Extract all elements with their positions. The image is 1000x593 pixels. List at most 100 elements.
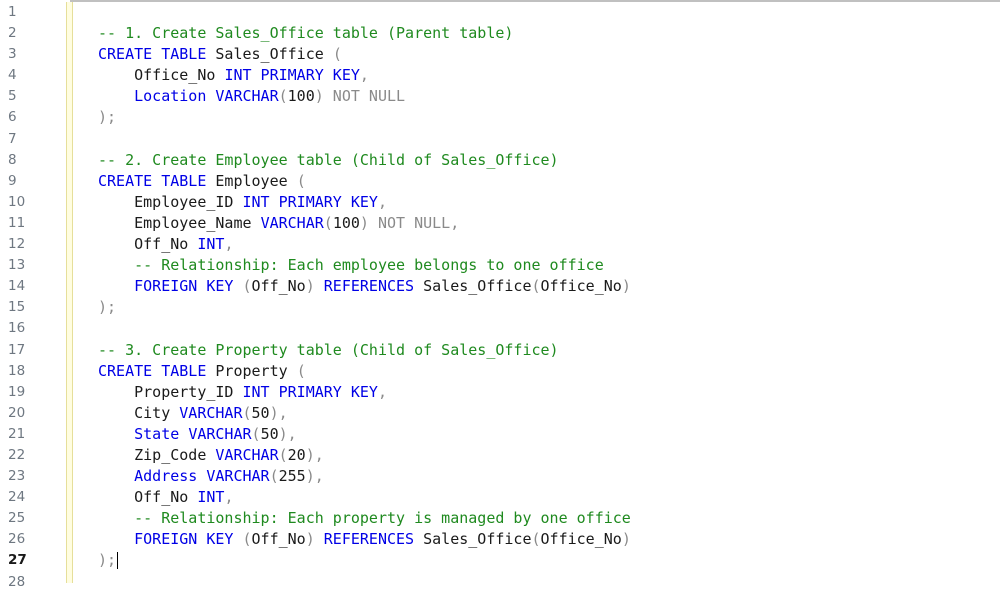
sql-punctuation: , [377,192,387,211]
code-text: -- 3. Create Property table (Child of Sa… [98,340,559,361]
sql-punctuation: , [359,66,369,85]
sql-identifier: Sales_Office [414,530,532,549]
code-line[interactable]: 10 Employee_ID INT PRIMARY KEY, [0,192,1000,213]
code-line[interactable]: 14 FOREIGN KEY (Off_No) REFERENCES Sales… [0,276,1000,297]
code-line[interactable]: 3 CREATE TABLE Sales_Office ( [0,44,1000,65]
sql-keyword: Address [134,467,207,486]
code-line[interactable]: 26 FOREIGN KEY (Off_No) REFERENCES Sales… [0,529,1000,550]
sql-identifier: Property_ID [134,382,243,401]
code-text: Employee_ID INT PRIMARY KEY, [98,192,387,213]
sql-identifier: Employee [206,171,297,190]
sql-identifier: 255 [278,467,306,486]
line-number: 5 [8,88,17,105]
sql-punctuation: ), [305,467,324,486]
sql-keyword: FOREIGN KEY [134,530,234,549]
code-line[interactable]: 20 City VARCHAR(50), [0,403,1000,424]
line-number: 8 [8,151,17,168]
code-text: -- 2. Create Employee table (Child of Sa… [98,150,559,171]
sql-keyword: REFERENCES [323,530,415,549]
sql-punctuation: ( [296,361,306,380]
code-line[interactable]: 8 -- 2. Create Employee table (Child of S… [0,150,1000,171]
code-text: Off_No INT, [98,234,233,255]
code-text: CREATE TABLE Employee ( [98,171,306,192]
sql-identifier: Employee_Name [134,213,261,232]
line-number: 16 [8,320,26,337]
code-line[interactable]: 2 -- 1. Create Sales_Office table (Parent… [0,23,1000,44]
code-line[interactable]: 9 CREATE TABLE Employee ( [0,171,1000,192]
sql-punctuation: ( [296,171,306,190]
code-line[interactable]: 5 Location VARCHAR(100) NOT NULL [0,86,1000,107]
code-line[interactable]: 17 -- 3. Create Property table (Child of … [0,340,1000,361]
code-line[interactable]: 13 -- Relationship: Each employee belong… [0,255,1000,276]
code-text: ); [98,107,116,128]
sql-keyword: State [134,424,189,443]
sql-comment: -- 1. Create Sales_Office table (Parent … [98,24,514,43]
line-number: 15 [8,299,26,316]
line-number: 18 [8,362,26,379]
code-line[interactable]: 23 Address VARCHAR(255), [0,466,1000,487]
sql-keyword: VARCHAR [179,403,243,422]
code-line[interactable]: 1 [0,2,1000,23]
code-line[interactable]: 18 CREATE TABLE Property ( [0,361,1000,382]
sql-punctuation: , [224,488,234,507]
code-text: CREATE TABLE Property ( [98,361,306,382]
code-text: Location VARCHAR(100) NOT NULL [98,86,405,107]
code-line[interactable]: 22 Zip_Code VARCHAR(20), [0,445,1000,466]
code-line[interactable]: 21 State VARCHAR(50), [0,424,1000,445]
line-number: 2 [8,25,17,42]
code-line[interactable]: 16 [0,318,1000,339]
sql-comment: -- Relationship: Each employee belongs t… [134,256,604,275]
sql-identifier: Office_No [134,66,225,85]
code-line[interactable]: 15); [0,297,1000,318]
code-line[interactable]: 28 [0,572,1000,593]
code-line[interactable]: 4 Office_No INT PRIMARY KEY, [0,65,1000,86]
sql-identifier: Off_No [134,488,198,507]
sql-punctuation: , [224,235,234,254]
line-number: 23 [8,468,26,485]
code-line[interactable]: 12 Off_No INT, [0,234,1000,255]
sql-keyword: VARCHAR [206,467,270,486]
sql-punctuation: ( [251,424,261,443]
code-text: Zip_Code VARCHAR(20), [98,445,324,466]
sql-punctuation: ) [305,530,324,549]
line-number: 12 [8,236,26,253]
line-number: 27 [8,552,27,569]
sql-punctuation: ); [98,551,117,570]
sql-punctuation: ); [98,108,117,127]
code-line[interactable]: 24 Off_No INT, [0,487,1000,508]
code-line[interactable]: 11 Employee_Name VARCHAR(100) NOT NULL, [0,213,1000,234]
sql-keyword: INT PRIMARY KEY [242,192,378,211]
code-text: CREATE TABLE Sales_Office ( [98,44,342,65]
code-line[interactable]: 25 -- Relationship: Each property is man… [0,508,1000,529]
sql-keyword: INT [197,488,225,507]
line-number: 19 [8,383,26,400]
code-line[interactable]: 27); [0,550,1000,571]
sql-punctuation: ), [278,424,297,443]
sql-punctuation: ( [531,530,541,549]
code-line[interactable]: 6); [0,107,1000,128]
code-text: FOREIGN KEY (Off_No) REFERENCES Sales_Of… [98,529,631,550]
code-text: Property_ID INT PRIMARY KEY, [98,382,387,403]
line-number: 10 [8,193,26,210]
sql-punctuation: , [377,382,387,401]
sql-keyword: REFERENCES [323,277,415,296]
code-text: State VARCHAR(50), [98,424,297,445]
code-line[interactable]: 7 [0,129,1000,150]
sql-keyword: FOREIGN KEY [134,277,234,296]
code-text: FOREIGN KEY (Off_No) REFERENCES Sales_Of… [98,276,631,297]
code-text: Employee_Name VARCHAR(100) NOT NULL, [98,213,459,234]
line-number: 24 [8,489,26,506]
line-number: 1 [8,4,17,20]
line-number: 13 [8,257,26,274]
code-line[interactable]: 19 Property_ID INT PRIMARY KEY, [0,382,1000,403]
code-editor[interactable]: 1 2 -- 1. Create Sales_Office table (Paren… [0,2,1000,593]
sql-punctuation: ) [621,277,631,296]
sql-punctuation: ( [269,467,279,486]
sql-identifier: 100 [287,87,315,106]
sql-comment: -- 2. Create Employee table (Child of Sa… [98,150,559,169]
